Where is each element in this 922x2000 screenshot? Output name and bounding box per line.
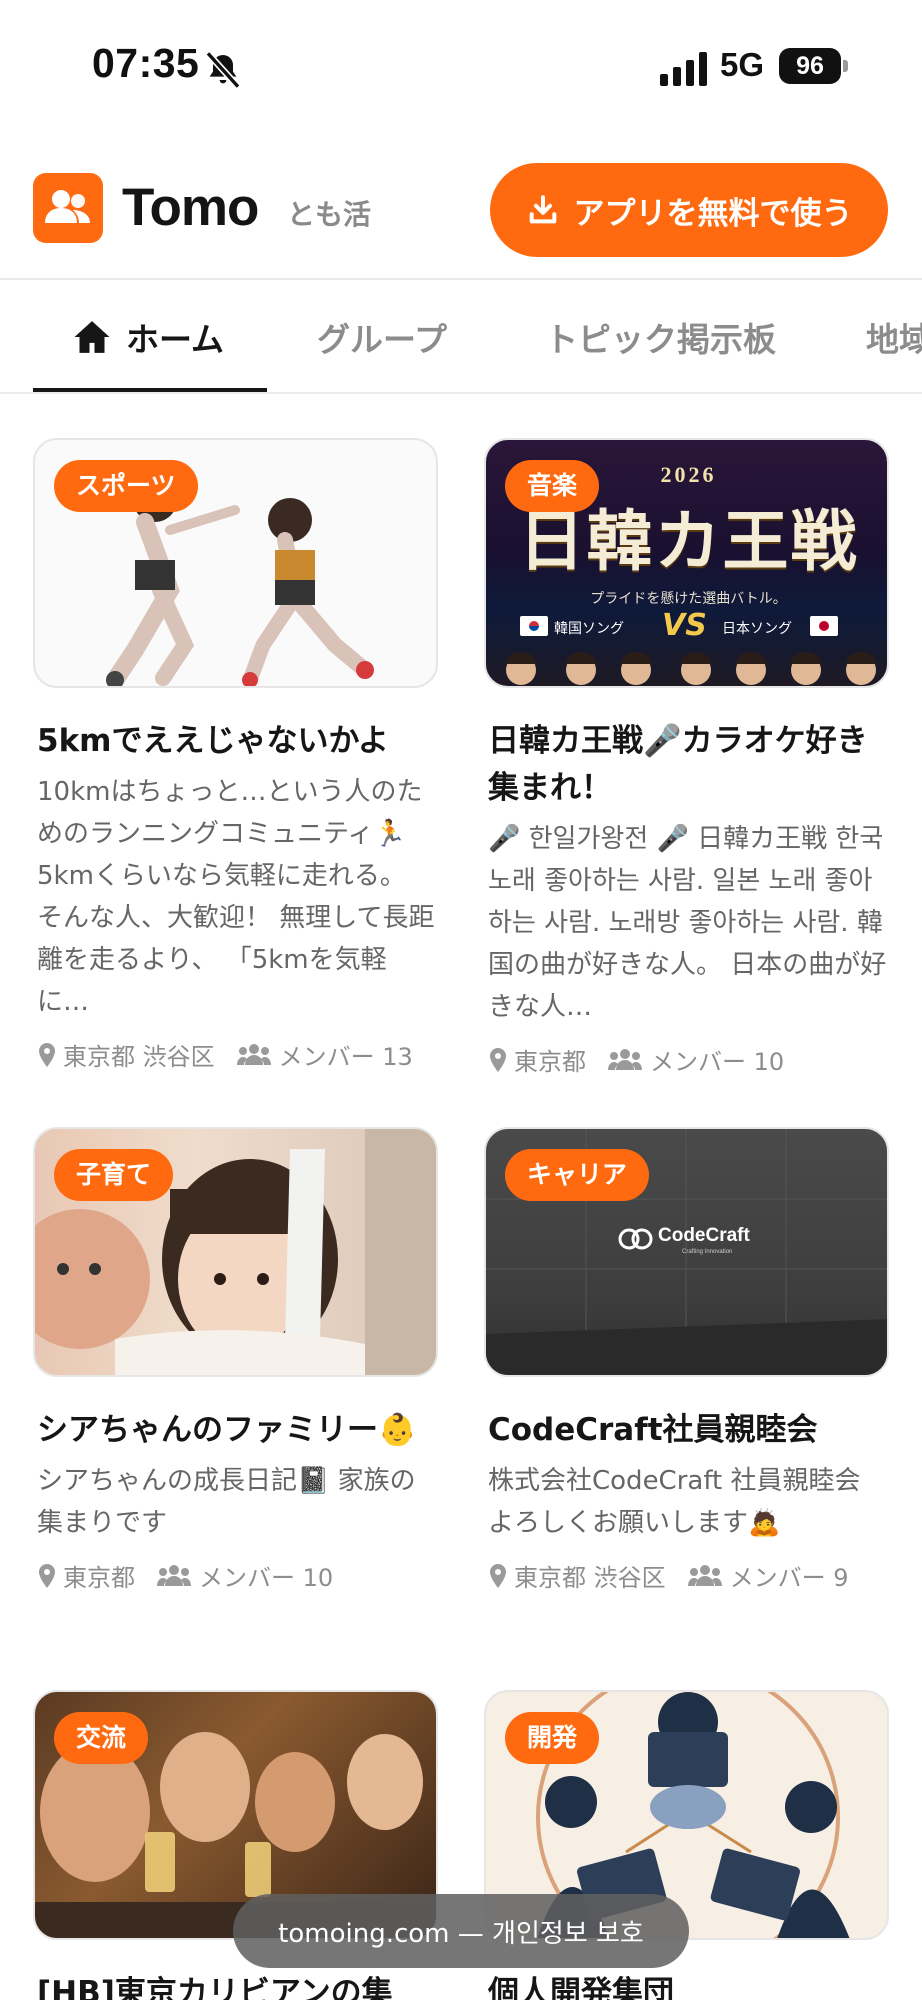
network-type: 5G [720, 46, 765, 83]
tab-groups-label: グループ [317, 320, 448, 359]
group-card[interactable]: スポーツ 5kmでええじゃないかよ 10kmはちょっと…という人のためのランニン… [33, 438, 438, 1072]
card-description: 10kmはちょっと…という人のためのランニングコミュニティ🏃 5kmくらいなら気… [37, 777, 435, 1017]
card-location: 東京都 [514, 1048, 586, 1076]
location-pin-icon [490, 1047, 506, 1072]
performers-row [506, 652, 876, 685]
battery-tip [843, 60, 848, 72]
use-app-free-button[interactable]: アプリを無料で使う [490, 163, 888, 257]
card-description: 株式会社CodeCraft 社員親睦会 よろしくお願いします🙇 [488, 1466, 861, 1538]
card-meta: 東京都 メンバー 10 [33, 1558, 438, 1593]
category-badge: 音楽 [505, 460, 600, 512]
category-badge: スポーツ [54, 460, 198, 512]
members-icon [157, 1564, 191, 1586]
card-members: メンバー 13 [278, 1043, 413, 1071]
location-pin-icon [490, 1563, 506, 1588]
card-title[interactable]: 5kmでええじゃないかよ [33, 718, 438, 765]
logo-subtitle: とも活 [287, 198, 372, 231]
tab-groups[interactable]: グループ [317, 282, 447, 392]
poster-left-label: 韓国ソング [554, 621, 624, 637]
group-card[interactable]: 子育て シアちゃんのファミリー👶 シアちゃんの成長日記📓 家族の集まりです 東京… [33, 1127, 438, 1593]
members-icon [608, 1048, 642, 1070]
card-title[interactable]: 個人開発集団 [484, 1970, 889, 2000]
card-location: 東京都 [63, 1564, 135, 1592]
status-time: 07:35 [92, 40, 200, 86]
card-meta: 東京都 渋谷区 メンバー 13 [33, 1037, 438, 1072]
tab-bar: ホーム グループ トピック掲示板 地域 [0, 282, 922, 394]
card-members: メンバー 10 [650, 1048, 785, 1076]
card-members: メンバー 10 [199, 1564, 334, 1592]
japan-flag-icon [810, 616, 838, 636]
poster-right-label: 日本ソング [722, 621, 792, 637]
card-thumbnail: スポーツ [33, 438, 438, 688]
codecraft-logo-text: CodeCraft [658, 1225, 750, 1246]
card-meta: 東京都 メンバー 10 [484, 1042, 889, 1077]
location-pin-icon [39, 1563, 55, 1588]
logo-icon[interactable] [33, 173, 103, 243]
download-icon [529, 195, 556, 224]
members-icon [687, 1564, 722, 1586]
card-title[interactable]: CodeCraft社員親睦会 [484, 1407, 889, 1454]
card-thumbnail: 2026 日韓カ王戦 プライドを懸けた選曲バトル。 韓国ソング VS 日本ソング… [484, 438, 889, 688]
card-description: 🎤 한일가왕전 🎤 日韓カ王戦 한국 노래 좋아하는 사람. 일본 노래 좋아하… [488, 824, 887, 1022]
category-badge: 交流 [54, 1712, 149, 1764]
tab-region[interactable]: 地域 [866, 282, 922, 392]
tab-topic-board-label: トピック掲示板 [545, 320, 776, 359]
logo-text[interactable]: Tomo [122, 177, 259, 238]
toast-text: tomoing.com — 개인정보 보호 [278, 1918, 644, 1949]
group-card[interactable]: CodeCraft Crafting Innovation キャリア CodeC… [484, 1127, 889, 1593]
active-tab-indicator [33, 388, 267, 392]
category-badge: キャリア [505, 1149, 650, 1201]
card-title[interactable]: [HB]東京カリビアンの集 [33, 1970, 438, 2000]
card-members: メンバー 9 [729, 1564, 849, 1592]
tab-region-label: 地域 [866, 320, 922, 359]
tab-topic-board[interactable]: トピック掲示板 [545, 282, 776, 392]
card-thumbnail: CodeCraft Crafting Innovation キャリア [484, 1127, 889, 1377]
tab-home[interactable]: ホーム [72, 282, 224, 392]
card-thumbnail: 子育て [33, 1127, 438, 1377]
card-title[interactable]: 日韓カ王戦🎤カラオケ好き集まれ！ [484, 718, 889, 812]
poster-vs: VS [662, 608, 707, 643]
category-badge: 子育て [54, 1149, 174, 1201]
site-privacy-toast[interactable]: tomoing.com — 개인정보 보호 [233, 1894, 689, 1968]
codecraft-logo-sub: Crafting Innovation [682, 1249, 733, 1255]
battery-icon: 96 [779, 48, 841, 84]
card-location: 東京都 渋谷区 [63, 1043, 215, 1071]
group-card[interactable]: 2026 日韓カ王戦 プライドを懸けた選曲バトル。 韓国ソング VS 日本ソング… [484, 438, 889, 1077]
tab-home-label: ホーム [126, 320, 225, 359]
cta-label: アプリを無料で使う [573, 195, 853, 232]
card-location: 東京都 渋谷区 [514, 1564, 666, 1592]
home-icon [74, 321, 110, 353]
korea-flag-icon [520, 616, 548, 636]
status-bar: 07:35 5G 96 [0, 0, 922, 135]
poster-tagline: プライドを懸けた選曲バトル。 [590, 591, 787, 607]
card-description: シアちゃんの成長日記📓 家族の集まりです [37, 1466, 416, 1538]
app-header: Tomo とも活 アプリを無料で使う [0, 135, 922, 280]
category-badge: 開発 [505, 1712, 600, 1764]
members-icon [236, 1043, 271, 1065]
card-meta: 東京都 渋谷区 メンバー 9 [484, 1558, 889, 1593]
signal-icon [660, 52, 707, 86]
card-title[interactable]: シアちゃんのファミリー👶 [33, 1407, 438, 1454]
bell-muted-icon [205, 51, 241, 89]
location-pin-icon [39, 1042, 55, 1067]
